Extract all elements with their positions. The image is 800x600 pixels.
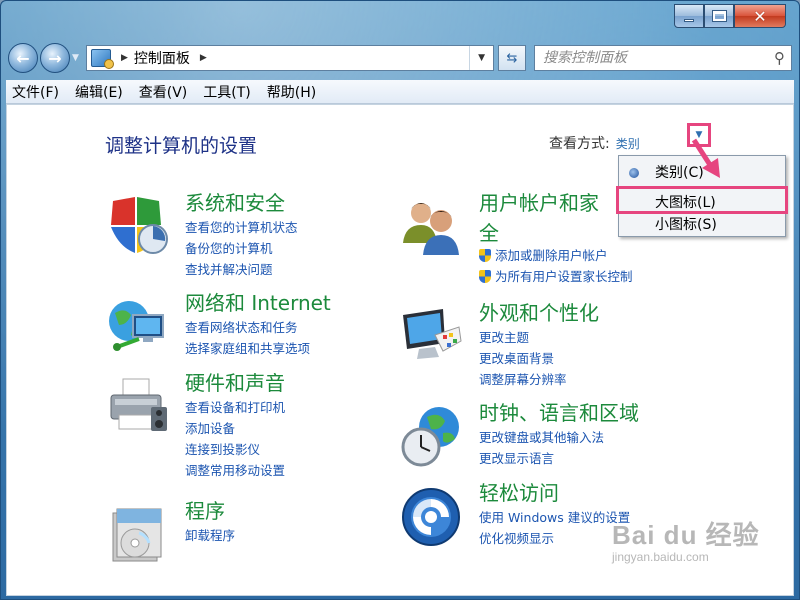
menu-edit[interactable]: 编辑(E) (75, 82, 123, 102)
menu-tools[interactable]: 工具(T) (203, 82, 250, 102)
network-globe-icon (109, 301, 164, 351)
uac-shield-link[interactable]: 添加或删除用户帐户 (479, 245, 633, 266)
category-links: 查看您的计算机状态 备份您的计算机 查找并解决问题 (185, 217, 298, 280)
category-link[interactable]: 查找并解决问题 (185, 259, 298, 280)
category-links: 卸载程序 (185, 525, 235, 546)
annotation-highlight-box (616, 186, 788, 214)
back-button[interactable]: ← (8, 43, 38, 73)
close-icon: ✕ (753, 6, 767, 26)
category-links: 更改键盘或其他输入法 更改显示语言 (479, 427, 604, 469)
category-links: 更改主题 更改桌面背景 调整屏幕分辨率 (479, 327, 567, 390)
ease-of-access-icon (402, 488, 460, 546)
maximize-icon (711, 10, 727, 22)
address-dropdown-icon[interactable]: ▼ (469, 46, 493, 70)
search-input[interactable] (543, 50, 774, 66)
address-bar[interactable]: ▶ 控制面板 ▶ ▼ (86, 45, 494, 71)
category-link[interactable]: 更改桌面背景 (479, 348, 567, 369)
page-title: 调整计算机的设置 (105, 135, 258, 157)
refresh-icon: ⇆ (506, 50, 518, 66)
menu-view[interactable]: 查看(V) (139, 82, 188, 102)
minimize-icon (684, 18, 694, 22)
refresh-button[interactable]: ⇆ (498, 45, 526, 71)
maximize-button[interactable] (704, 4, 734, 28)
category-link[interactable]: 查看网络状态和任务 (185, 317, 310, 338)
category-title[interactable]: 用户帐户和家 (479, 187, 599, 216)
annotation-arrow-icon (691, 138, 720, 178)
watermark-url: jingyan.baidu.com (612, 550, 709, 564)
view-by-value[interactable]: 类别 (616, 135, 640, 152)
monitor-palette-icon (403, 309, 462, 359)
back-arrow-icon: ← (16, 48, 30, 68)
close-button[interactable]: ✕ (734, 4, 786, 28)
radio-selected-icon (629, 168, 639, 178)
category-link[interactable]: 更改显示语言 (479, 448, 604, 469)
control-panel-icon (91, 49, 114, 69)
category-link[interactable]: 选择家庭组和共享选项 (185, 338, 310, 359)
category-links: 查看设备和打印机 添加设备 连接到投影仪 调整常用移动设置 (185, 397, 285, 481)
category-title[interactable]: 程序 (185, 495, 225, 524)
category-link[interactable]: 添加设备 (185, 418, 285, 439)
minimize-button[interactable] (674, 4, 704, 28)
search-icon[interactable]: ⚲ (774, 49, 785, 67)
clock-globe-icon (401, 407, 459, 467)
category-link[interactable]: 更改主题 (479, 327, 567, 348)
printer-icon (110, 378, 167, 431)
category-title[interactable]: 网络和 Internet (185, 287, 331, 316)
category-link[interactable]: 备份您的计算机 (185, 238, 298, 259)
address-row: ← → ▼ ▶ 控制面板 ▶ ▼ ⇆ ⚲ (8, 40, 792, 76)
category-link[interactable]: 调整屏幕分辨率 (479, 369, 567, 390)
category-title[interactable]: 硬件和声音 (185, 367, 285, 396)
programs-disc-icon (112, 508, 162, 562)
category-link[interactable]: 优化视频显示 (479, 528, 630, 549)
users-icon (403, 203, 459, 255)
recent-pages-dropdown-icon[interactable]: ▼ (72, 53, 82, 63)
category-link[interactable]: 更改键盘或其他输入法 (479, 427, 604, 448)
view-by: 查看方式: 类别 (549, 133, 640, 153)
category-title-continued[interactable]: 全 (479, 217, 499, 246)
category-link[interactable]: 卸载程序 (185, 525, 235, 546)
breadcrumb-chevron-icon[interactable]: ▶ (200, 53, 207, 63)
category-link[interactable]: 使用 Windows 建议的设置 (479, 507, 630, 528)
breadcrumb-control-panel[interactable]: 控制面板 (134, 48, 190, 68)
search-box[interactable]: ⚲ (534, 45, 792, 71)
menu-bar: 文件(F) 编辑(E) 查看(V) 工具(T) 帮助(H) (6, 80, 794, 104)
category-link[interactable]: 连接到投影仪 (185, 439, 285, 460)
category-link[interactable]: 查看设备和打印机 (185, 397, 285, 418)
forward-button[interactable]: → (40, 43, 70, 73)
category-links: 添加或删除用户帐户 为所有用户设置家长控制 (479, 245, 633, 287)
category-title[interactable]: 系统和安全 (185, 187, 285, 216)
category-links: 查看网络状态和任务 选择家庭组和共享选项 (185, 317, 310, 359)
menu-item-small-icons[interactable]: 小图标(S) (655, 214, 717, 234)
forward-arrow-icon: → (48, 48, 62, 68)
uac-shield-link[interactable]: 为所有用户设置家长控制 (479, 266, 633, 287)
watermark: Bai du 经验 jingyan.baidu.com (612, 515, 760, 564)
breadcrumb-chevron-icon[interactable]: ▶ (121, 53, 128, 63)
shield-icon (111, 197, 168, 254)
category-link[interactable]: 调整常用移动设置 (185, 460, 285, 481)
category-title[interactable]: 时钟、语言和区域 (479, 397, 639, 426)
category-links: 使用 Windows 建议的设置 优化视频显示 (479, 507, 630, 549)
menu-help[interactable]: 帮助(H) (267, 82, 316, 102)
view-by-label: 查看方式: (549, 136, 610, 152)
watermark-logo: Bai du 经验 (612, 520, 760, 550)
category-title[interactable]: 轻松访问 (479, 477, 559, 506)
caption-buttons: ✕ (674, 4, 786, 30)
menu-file[interactable]: 文件(F) (12, 82, 59, 102)
category-link[interactable]: 查看您的计算机状态 (185, 217, 298, 238)
category-title[interactable]: 外观和个性化 (479, 297, 599, 326)
